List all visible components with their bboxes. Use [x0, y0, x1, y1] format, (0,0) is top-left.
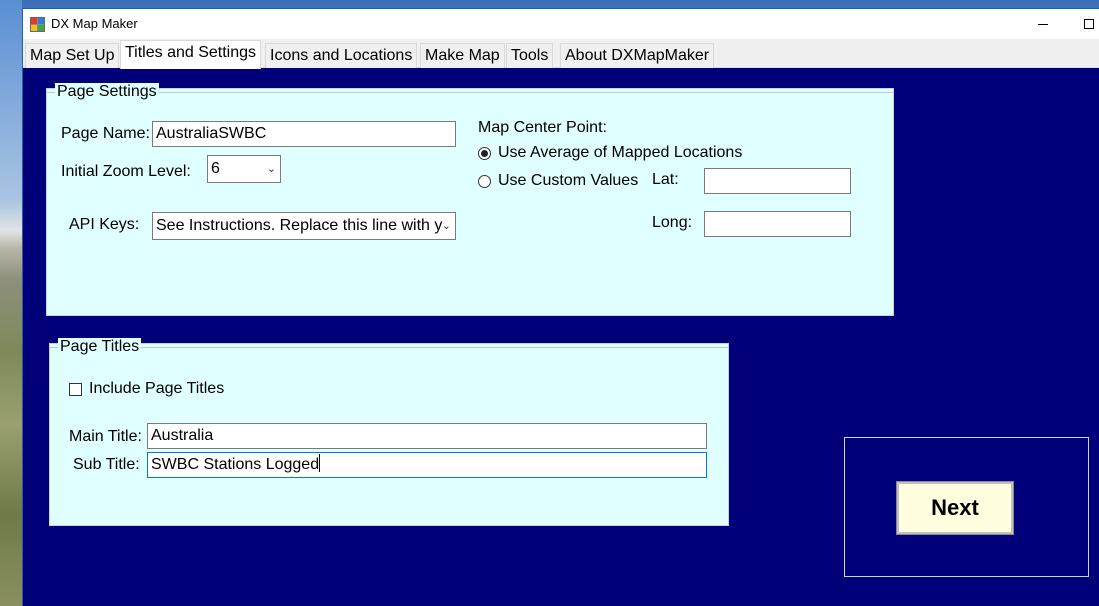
page-settings-legend: Page Settings	[55, 83, 159, 101]
page-settings-group: Page Settings Page Name: AustraliaSWBC I…	[46, 83, 894, 316]
long-input[interactable]	[704, 211, 851, 237]
next-button[interactable]: Next	[896, 481, 1014, 535]
page-name-input[interactable]: AustraliaSWBC	[152, 121, 456, 147]
zoom-level-select[interactable]: 6 ⌄	[207, 155, 281, 183]
sub-title-value: SWBC Stations Logged	[151, 456, 320, 473]
title-bar: DX Map Maker	[23, 8, 1099, 39]
tab-about[interactable]: About DXMapMaker	[560, 43, 715, 68]
maximize-icon	[1084, 19, 1094, 29]
long-label: Long:	[652, 214, 693, 231]
sub-title-input[interactable]: SWBC Stations Logged	[147, 452, 707, 478]
text-cursor	[319, 454, 321, 472]
api-keys-select[interactable]: See Instructions. Replace this line with…	[152, 212, 456, 240]
chevron-down-icon: ⌄	[441, 220, 451, 232]
checkbox[interactable]	[69, 382, 82, 396]
desktop-background	[0, 0, 22, 606]
tab-tools[interactable]: Tools	[506, 43, 554, 68]
zoom-level-value: 6	[211, 160, 220, 177]
radio-average-locations[interactable]: Use Average of Mapped Locations	[478, 144, 742, 162]
page-titles-group: Page Titles Include Page Titles Main Tit…	[49, 338, 729, 526]
tab-map-set-up[interactable]: Map Set Up	[25, 43, 120, 68]
radio-button-checked[interactable]	[478, 146, 491, 160]
api-keys-value: See Instructions. Replace this line with…	[156, 217, 443, 234]
next-panel: Next	[844, 437, 1089, 577]
lat-label: Lat:	[652, 171, 679, 188]
radio-button[interactable]	[478, 174, 491, 188]
minimize-icon	[1038, 23, 1048, 25]
maximize-button[interactable]	[1066, 9, 1099, 39]
tab-make-map[interactable]: Make Map	[420, 43, 505, 68]
zoom-level-label: Initial Zoom Level:	[61, 163, 191, 180]
api-keys-label: API Keys:	[69, 216, 140, 233]
app-icon	[30, 17, 45, 32]
main-title-input[interactable]: Australia	[147, 423, 707, 449]
tab-icons-and-locations[interactable]: Icons and Locations	[265, 43, 418, 68]
group-divider	[50, 347, 728, 348]
sub-title-label: Sub Title:	[73, 456, 140, 473]
include-page-titles-label: Include Page Titles	[89, 380, 225, 397]
page-titles-legend: Page Titles	[58, 338, 142, 356]
app-window: DX Map Maker Map Set Up Titles and Setti…	[22, 8, 1099, 606]
page-name-label: Page Name:	[61, 125, 150, 142]
radio-average-label: Use Average of Mapped Locations	[498, 144, 743, 161]
map-center-label: Map Center Point:	[478, 119, 607, 136]
group-divider	[47, 92, 893, 93]
window-title: DX Map Maker	[51, 16, 138, 31]
chevron-down-icon: ⌄	[266, 163, 276, 175]
radio-custom-label: Use Custom Values	[498, 172, 639, 189]
main-title-label: Main Title:	[69, 428, 142, 445]
tab-content-area: Page Settings Page Name: AustraliaSWBC I…	[23, 68, 1099, 606]
radio-custom-values[interactable]: Use Custom Values	[478, 172, 638, 190]
tab-bar: Map Set Up Titles and Settings Icons and…	[23, 39, 1099, 69]
tab-titles-and-settings[interactable]: Titles and Settings	[120, 40, 262, 69]
include-page-titles-checkbox[interactable]: Include Page Titles	[69, 380, 224, 398]
minimize-button[interactable]	[1020, 9, 1066, 39]
lat-input[interactable]	[704, 168, 851, 194]
